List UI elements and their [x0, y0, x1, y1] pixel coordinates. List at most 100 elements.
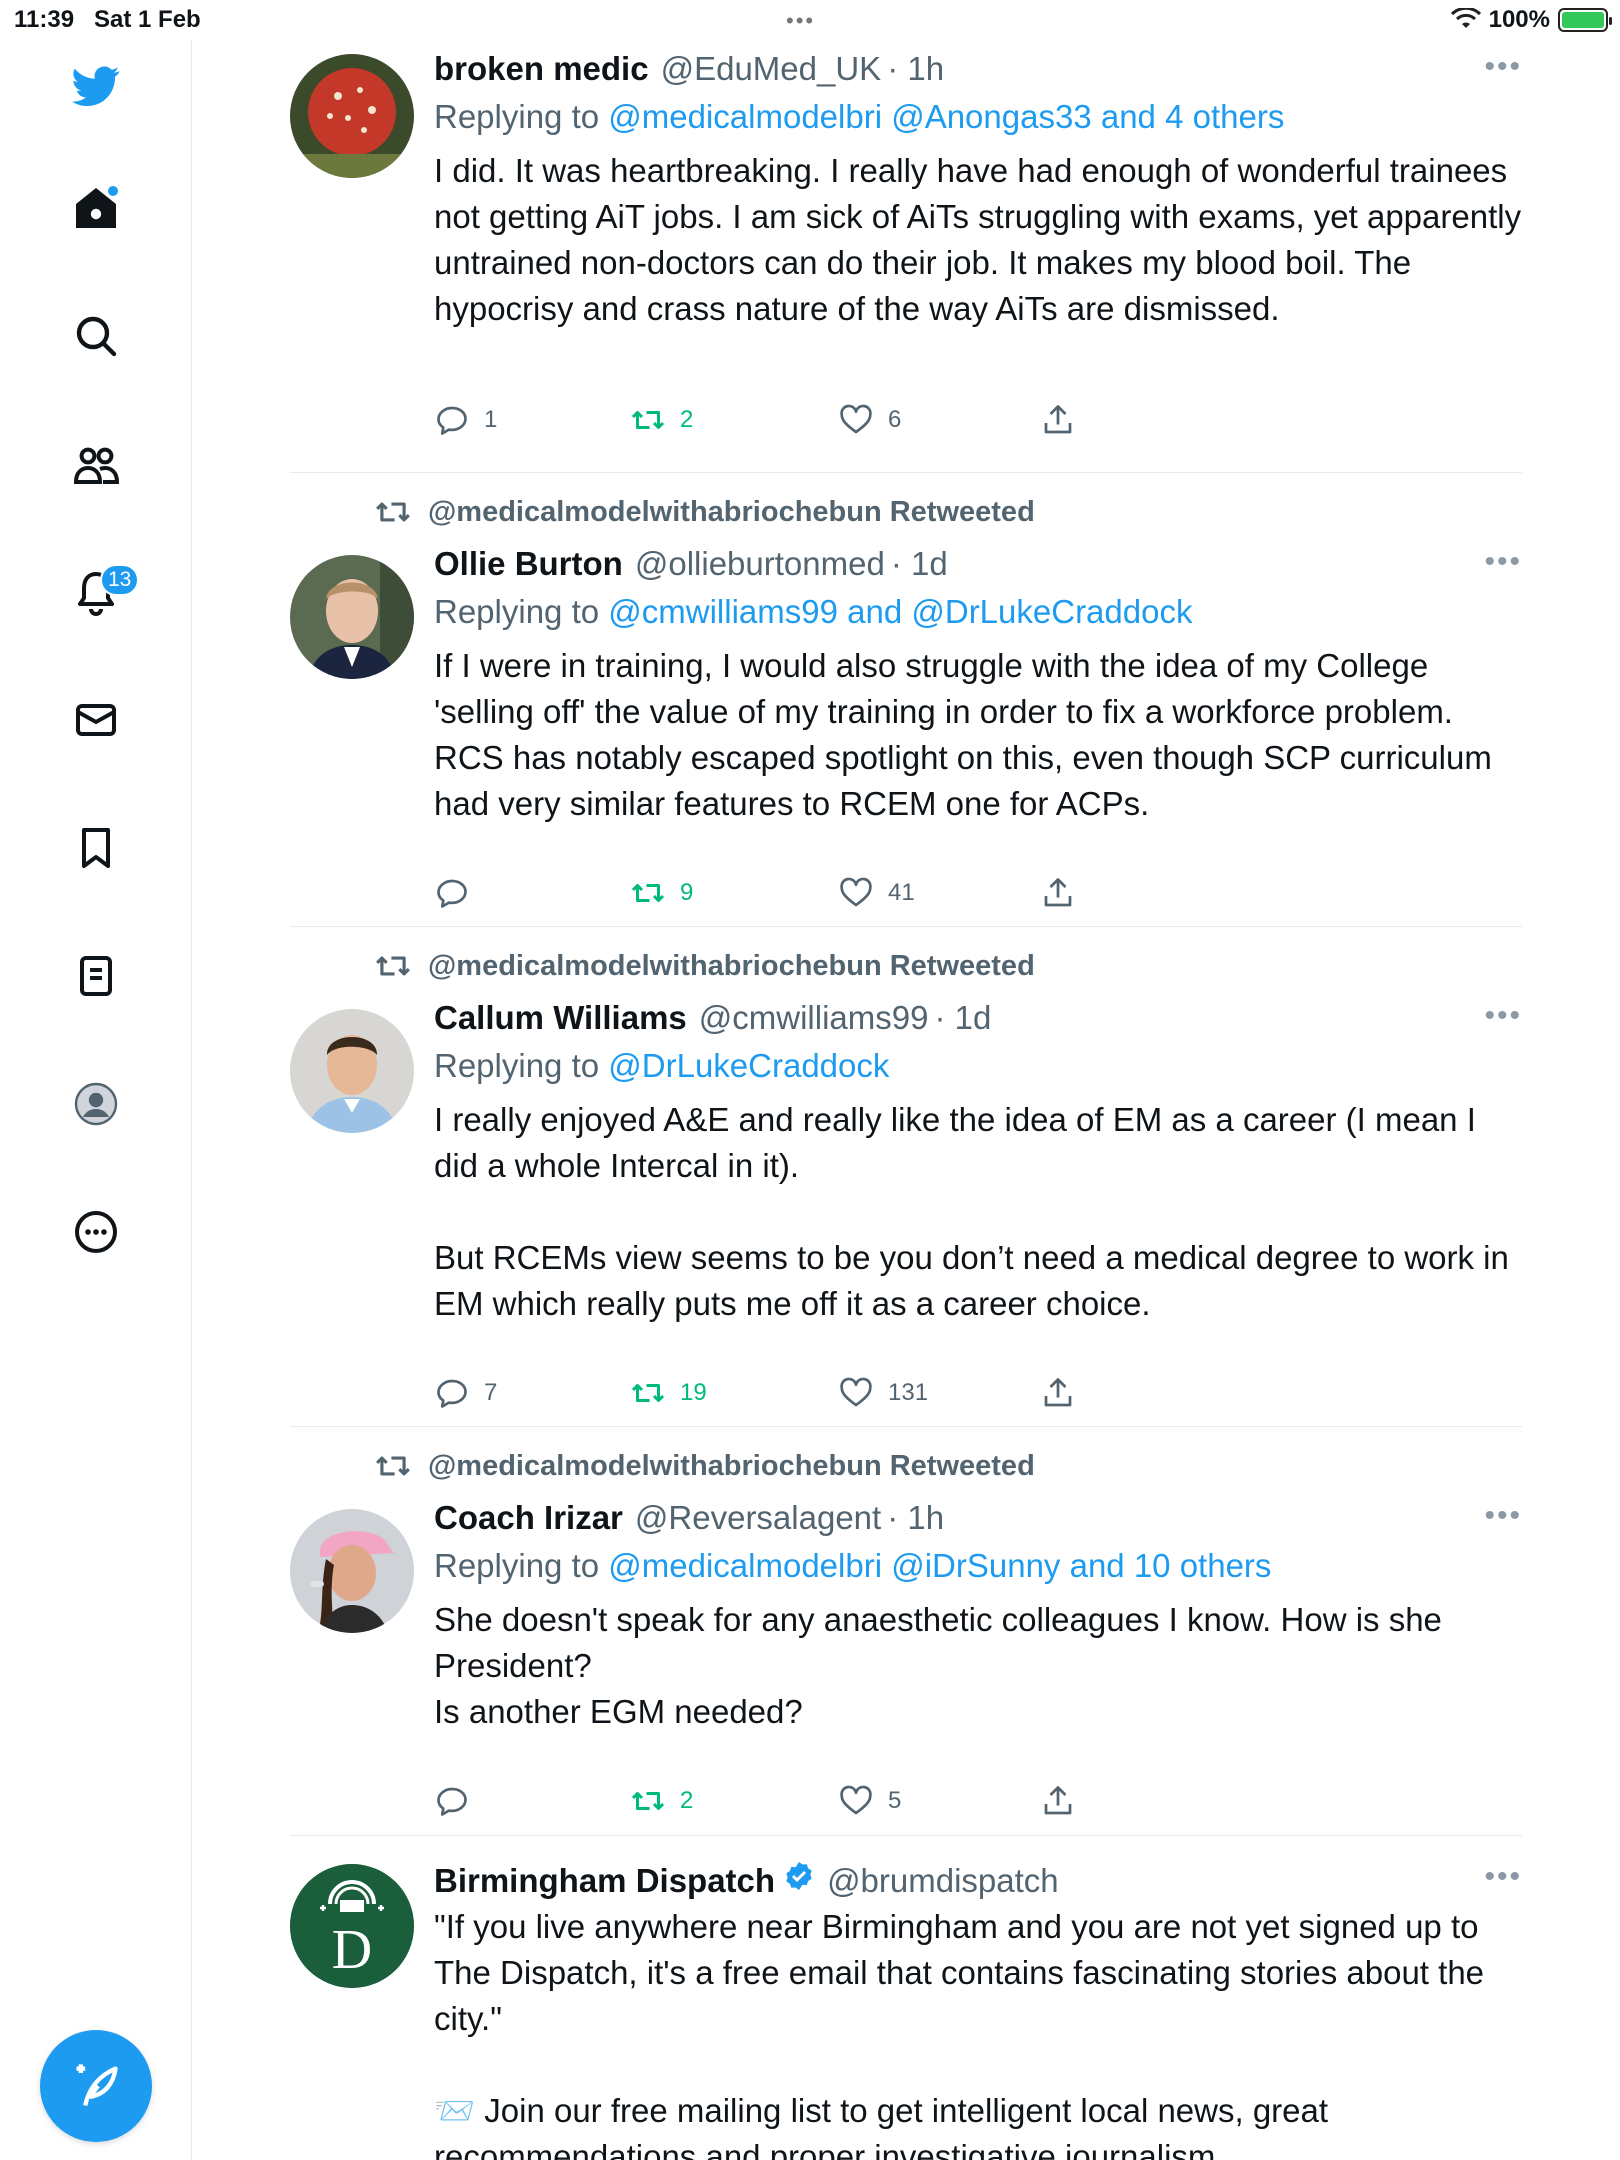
replying-to-link[interactable]: @medicalmodelbri @Anongas33 and 4 others	[608, 98, 1284, 135]
retweet-button[interactable]: 2	[630, 1783, 693, 1819]
share-button[interactable]	[1040, 402, 1076, 438]
replying-to: Replying to @medicalmodelbri @Anongas33 …	[434, 98, 1522, 136]
avatar-letter: D	[332, 1919, 372, 1981]
tweet[interactable]: @medicalmodelwithabriochebun Retweeted O…	[290, 473, 1522, 927]
tweet[interactable]: D Birmingham Dispatch @brumdispatch ••• …	[290, 1836, 1522, 2160]
avatar[interactable]	[290, 54, 414, 178]
tweet[interactable]: broken medic @EduMed_UK · 1h ••• Replyin…	[290, 40, 1522, 473]
twitter-logo-icon[interactable]	[60, 50, 132, 122]
retweeted-by: @medicalmodelwithabriochebun Retweeted	[374, 493, 1035, 531]
user-handle[interactable]: @EduMed_UK	[661, 50, 882, 88]
nav-bookmarks[interactable]	[60, 812, 132, 884]
tweet-time[interactable]: · 1d	[891, 545, 948, 583]
avatar[interactable]	[290, 1509, 414, 1633]
replying-to: Replying to @DrLukeCraddock	[434, 1047, 1522, 1085]
more-options-icon[interactable]: •••	[1484, 999, 1522, 1033]
like-button[interactable]: 5	[838, 1783, 901, 1819]
user-handle[interactable]: @ollieburtonmed	[635, 545, 885, 583]
tweet-time[interactable]: · 1h	[887, 50, 944, 88]
replying-prefix: Replying to	[434, 1047, 609, 1084]
display-name[interactable]: Coach Irizar	[434, 1499, 623, 1537]
retweeted-by: @medicalmodelwithabriochebun Retweeted	[374, 947, 1035, 985]
display-name[interactable]: Ollie Burton	[434, 545, 623, 583]
more-options-icon[interactable]: •••	[1484, 1499, 1522, 1533]
nav-messages[interactable]	[60, 684, 132, 756]
display-name[interactable]: Callum Williams	[434, 999, 687, 1037]
nav-lists[interactable]	[60, 940, 132, 1012]
retweeted-by-text[interactable]: @medicalmodelwithabriochebun Retweeted	[428, 950, 1035, 983]
status-right: 100%	[1450, 6, 1612, 34]
tweet-content: Ollie Burton @ollieburtonmed · 1d ••• Re…	[434, 545, 1522, 827]
like-button[interactable]: 131	[838, 1375, 928, 1411]
like-button[interactable]: 6	[838, 402, 901, 438]
battery-icon	[1558, 8, 1612, 32]
bookmark-icon	[82, 828, 110, 868]
reply-icon	[437, 1379, 467, 1408]
profile-avatar-icon	[74, 1082, 118, 1126]
retweeted-by-text[interactable]: @medicalmodelwithabriochebun Retweeted	[428, 1450, 1035, 1483]
more-options-icon[interactable]: •••	[1484, 1860, 1522, 1894]
nav-communities[interactable]	[60, 428, 132, 500]
retweet-count: 19	[680, 1379, 707, 1406]
nav-notifications[interactable]: 13	[60, 556, 140, 628]
tweet-header: Birmingham Dispatch @brumdispatch	[434, 1860, 1522, 1900]
nav-home[interactable]	[60, 172, 132, 244]
reply-button[interactable]: 7	[434, 1375, 497, 1411]
tweet-time[interactable]: · 1h	[887, 1499, 944, 1537]
share-button[interactable]	[1040, 1783, 1076, 1819]
avatar[interactable]	[290, 1009, 414, 1133]
user-handle[interactable]: @Reversalagent	[635, 1499, 881, 1537]
replying-to-link[interactable]: @DrLukeCraddock	[608, 1047, 889, 1084]
tweet-text: If I were in training, I would also stru…	[434, 647, 1501, 822]
retweet-count: 2	[680, 406, 694, 433]
retweet-icon	[376, 956, 410, 976]
tweet-text: I really enjoyed A&E and really like the…	[434, 1101, 1509, 1322]
tweet-header: Coach Irizar @Reversalagent · 1h	[434, 1499, 1522, 1537]
tweet-text: I did. It was heartbreaking. I really ha…	[434, 152, 1531, 327]
retweeted-by: @medicalmodelwithabriochebun Retweeted	[374, 1447, 1035, 1485]
verified-badge-icon	[786, 1862, 812, 1890]
retweet-button[interactable]: 19	[630, 1375, 707, 1411]
like-count: 5	[888, 1787, 902, 1814]
user-handle[interactable]: @brumdispatch	[827, 1862, 1059, 1900]
tweet-time[interactable]: · 1d	[934, 999, 991, 1037]
more-options-icon[interactable]: •••	[1484, 50, 1522, 84]
display-name[interactable]: broken medic	[434, 50, 649, 88]
more-options-icon[interactable]: •••	[1484, 545, 1522, 579]
reply-button[interactable]: 1	[434, 402, 497, 438]
retweet-button[interactable]: 2	[630, 402, 693, 438]
tweet[interactable]: @medicalmodelwithabriochebun Retweeted C…	[290, 927, 1522, 1427]
replying-to-link[interactable]: @cmwilliams99 and @DrLukeCraddock	[608, 593, 1192, 630]
nav-search[interactable]	[60, 300, 132, 372]
replying-to-link[interactable]: @medicalmodelbri @iDrSunny and 10 others	[608, 1547, 1271, 1584]
user-handle[interactable]: @cmwilliams99	[699, 999, 929, 1037]
retweet-button[interactable]: 9	[630, 875, 693, 911]
share-icon	[1044, 405, 1072, 434]
nav-more[interactable]	[60, 1196, 132, 1268]
share-icon	[1044, 1378, 1072, 1407]
multitask-dots-icon[interactable]: •••	[786, 8, 815, 34]
sidebar: 13	[0, 40, 192, 2160]
compose-tweet-button[interactable]	[40, 2030, 152, 2142]
like-button[interactable]: 41	[838, 875, 915, 911]
replying-to: Replying to @medicalmodelbri @iDrSunny a…	[434, 1547, 1522, 1585]
avatar[interactable]: D	[290, 1864, 414, 1988]
retweet-count: 9	[680, 879, 694, 906]
tweet[interactable]: @medicalmodelwithabriochebun Retweeted C…	[290, 1427, 1522, 1836]
display-name[interactable]: Birmingham Dispatch	[434, 1862, 775, 1900]
search-icon	[76, 316, 117, 357]
share-button[interactable]	[1040, 875, 1076, 911]
reply-button[interactable]	[434, 1783, 484, 1819]
share-button[interactable]	[1040, 1375, 1076, 1411]
retweeted-by-text[interactable]: @medicalmodelwithabriochebun Retweeted	[428, 496, 1035, 529]
nav-profile[interactable]	[60, 1068, 132, 1140]
lists-icon	[80, 956, 112, 996]
avatar[interactable]	[290, 555, 414, 679]
battery-percent: 100%	[1488, 6, 1550, 33]
heart-icon	[840, 1377, 872, 1407]
status-bar: 11:39 Sat 1 Feb ••• 100%	[0, 0, 1620, 40]
reply-count: 7	[484, 1379, 498, 1406]
share-icon	[1044, 878, 1072, 907]
reply-button[interactable]	[434, 875, 484, 911]
mail-icon	[76, 704, 116, 736]
